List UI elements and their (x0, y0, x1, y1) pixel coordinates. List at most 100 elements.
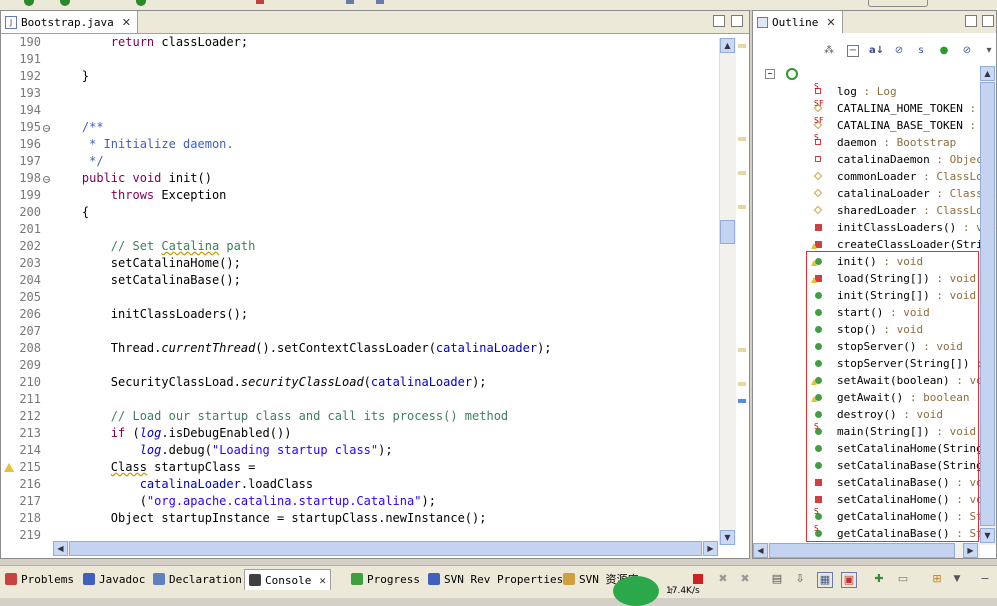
code-line[interactable]: setCatalinaBase(); (53, 273, 241, 287)
code-line[interactable]: Class startupClass = (53, 460, 256, 474)
minimize-outline-button[interactable] (965, 15, 977, 27)
run-icon[interactable] (24, 0, 34, 6)
outline-tab[interactable]: Outline ✕ (753, 11, 843, 33)
console-menu-icon[interactable]: ▭ (896, 572, 910, 586)
overview-marker[interactable] (738, 137, 746, 141)
close-tab-icon[interactable]: ✕ (122, 16, 131, 29)
collapse-icon[interactable]: − (847, 45, 859, 57)
outline-item[interactable]: destroy() : void (753, 407, 979, 424)
scroll-up-button[interactable]: ▲ (720, 38, 735, 53)
outline-item[interactable]: load(String[]) : void (753, 271, 979, 288)
hide-static-icon[interactable]: s (915, 45, 927, 57)
overview-marker[interactable] (738, 348, 746, 352)
tree-collapse-icon[interactable]: − (765, 69, 775, 79)
open-console-icon[interactable]: ✚ (872, 572, 886, 586)
sort-icon[interactable]: a↓ (869, 45, 884, 57)
outline-item[interactable]: init(String[]) : void (753, 288, 979, 305)
outline-item[interactable]: commonLoader : ClassLoad (753, 169, 996, 186)
outline-item[interactable]: stop() : void (753, 322, 979, 339)
bottom-tab-4[interactable]: Console ✕ (244, 569, 331, 590)
code-line[interactable]: ("org.apache.catalina.startup.Catalina")… (53, 494, 436, 508)
outline-item[interactable]: stopServer(String[]) : v (753, 356, 996, 373)
outline-item[interactable]: sharedLoader : ClassLoad (753, 203, 996, 220)
outline-item[interactable]: Sdaemon : Bootstrap (753, 133, 979, 152)
dropdown-icon[interactable]: ▼ (950, 572, 964, 586)
terminate-icon[interactable] (693, 574, 703, 584)
outline-item[interactable]: SF CATALINA_HOME_TOKEN : Str (753, 99, 997, 118)
bottom-tab-3[interactable]: Declaration (153, 569, 242, 589)
code-line[interactable]: initClassLoaders(); (53, 307, 248, 321)
editor-vertical-scrollbar[interactable]: ▲ ▼ (719, 38, 736, 545)
outline-scroll-right[interactable]: ▶ (963, 543, 978, 558)
outline-item[interactable]: Smain(String[]) : void (753, 422, 979, 441)
network-monitor-icon[interactable] (613, 576, 659, 606)
outline-item[interactable]: setCatalinaHome() : void (753, 492, 996, 509)
outline-scroll-up[interactable]: ▲ (980, 66, 995, 81)
outline-item[interactable]: catalinaDaemon : Object (753, 152, 989, 169)
minimize-panel-icon[interactable]: − (978, 572, 992, 586)
collapse-all-icon[interactable]: ⁂ (823, 45, 835, 57)
outline-item[interactable]: start() : void (753, 305, 979, 322)
code-line[interactable]: // Set Catalina path (53, 239, 256, 253)
code-line[interactable]: // Load our startup class and call its p… (53, 409, 508, 423)
outline-hscroll-thumb[interactable] (769, 543, 955, 558)
maximize-outline-button[interactable] (982, 15, 994, 27)
code-line[interactable]: public void init() (53, 171, 212, 185)
fold-toggle-icon[interactable]: − (43, 176, 50, 184)
outline-scroll-down[interactable]: ▼ (980, 528, 995, 543)
code-line[interactable]: */ (53, 154, 103, 168)
external-tools-icon[interactable] (136, 0, 146, 6)
code-line[interactable]: if (log.isDebugEnabled()) (53, 426, 292, 440)
editor-horizontal-scrollbar[interactable]: ◀ ▶ (53, 541, 718, 556)
bottom-tab-5[interactable]: Progress (351, 569, 420, 589)
outline-item[interactable]: getAwait() : boolean (753, 390, 979, 407)
view-menu-icon[interactable]: ▾ (983, 45, 995, 57)
code-line[interactable]: /** (53, 120, 104, 134)
outline-item[interactable]: catalinaLoader : ClassLoa (753, 186, 997, 203)
close-outline-icon[interactable]: ✕ (826, 16, 835, 29)
outline-item[interactable]: setCatalinaBase() : void (753, 475, 996, 492)
outline-scroll-left[interactable]: ◀ (753, 543, 768, 558)
open-resource-icon[interactable] (376, 0, 384, 4)
code-line[interactable]: log.debug("Loading startup class"); (53, 443, 393, 457)
outline-item[interactable]: setCatalinaBase(String) (753, 458, 989, 475)
outline-item[interactable]: setCatalinaHome(String) (753, 441, 989, 458)
outline-item[interactable]: createClassLoader(String, (753, 237, 997, 254)
open-type-icon[interactable] (346, 0, 354, 4)
display-console-icon[interactable]: ▣ (841, 572, 857, 588)
debug-icon[interactable] (60, 0, 70, 6)
hide-nonpublic-icon[interactable]: ● (938, 45, 950, 57)
close-tab-icon[interactable]: ✕ (319, 574, 326, 587)
code-line[interactable]: SecurityClassLoad.securityClassLoad(cata… (53, 375, 487, 389)
overview-marker[interactable] (738, 171, 746, 175)
perspective-switcher[interactable] (868, 0, 928, 7)
outline-item[interactable]: SF CATALINA_BASE_TOKEN : Str (753, 116, 997, 135)
overview-ruler[interactable] (735, 38, 749, 545)
hide-fields-icon[interactable]: ⊘ (893, 45, 905, 57)
code-line[interactable]: throws Exception (53, 188, 227, 202)
code-line[interactable]: catalinaLoader.loadClass (53, 477, 313, 491)
outline-vertical-scrollbar[interactable]: ▲ ▼ (980, 66, 996, 545)
outline-item[interactable]: SgetCatalinaHome() : Stri (753, 507, 996, 526)
editor-scroll-thumb[interactable] (720, 220, 735, 244)
scroll-down-button[interactable]: ▼ (720, 530, 735, 545)
maximize-editor-button[interactable] (731, 15, 743, 27)
overview-marker[interactable] (738, 382, 746, 386)
outline-item[interactable]: init() : void (753, 254, 979, 271)
editor-tab-bootstrap[interactable]: J Bootstrap.java ✕ (1, 11, 138, 33)
overview-marker[interactable] (738, 205, 746, 209)
outline-item[interactable]: Slog : Log (753, 82, 979, 101)
scroll-lock-icon[interactable]: ⇩ (793, 572, 807, 586)
outline-root[interactable]: − (753, 67, 979, 84)
fold-toggle-icon[interactable]: − (43, 125, 50, 133)
bottom-tab-2[interactable]: Javadoc (83, 569, 145, 589)
code-area[interactable]: 190 191 192 193 194 195−196 197 198−199 200 201 20… (1, 34, 717, 544)
editor-hscroll-thumb[interactable] (69, 541, 702, 556)
code-line[interactable]: } (53, 69, 89, 83)
hide-local-types-icon[interactable]: ⊘ (961, 45, 973, 57)
bottom-tab-6[interactable]: SVN Rev Properties (428, 569, 563, 589)
code-line[interactable]: { (53, 205, 89, 219)
outline-item[interactable]: initClassLoaders() : void (753, 220, 997, 237)
code-line[interactable]: * Initialize daemon. (53, 137, 234, 151)
remove-all-icon[interactable]: ✖ (738, 572, 752, 586)
